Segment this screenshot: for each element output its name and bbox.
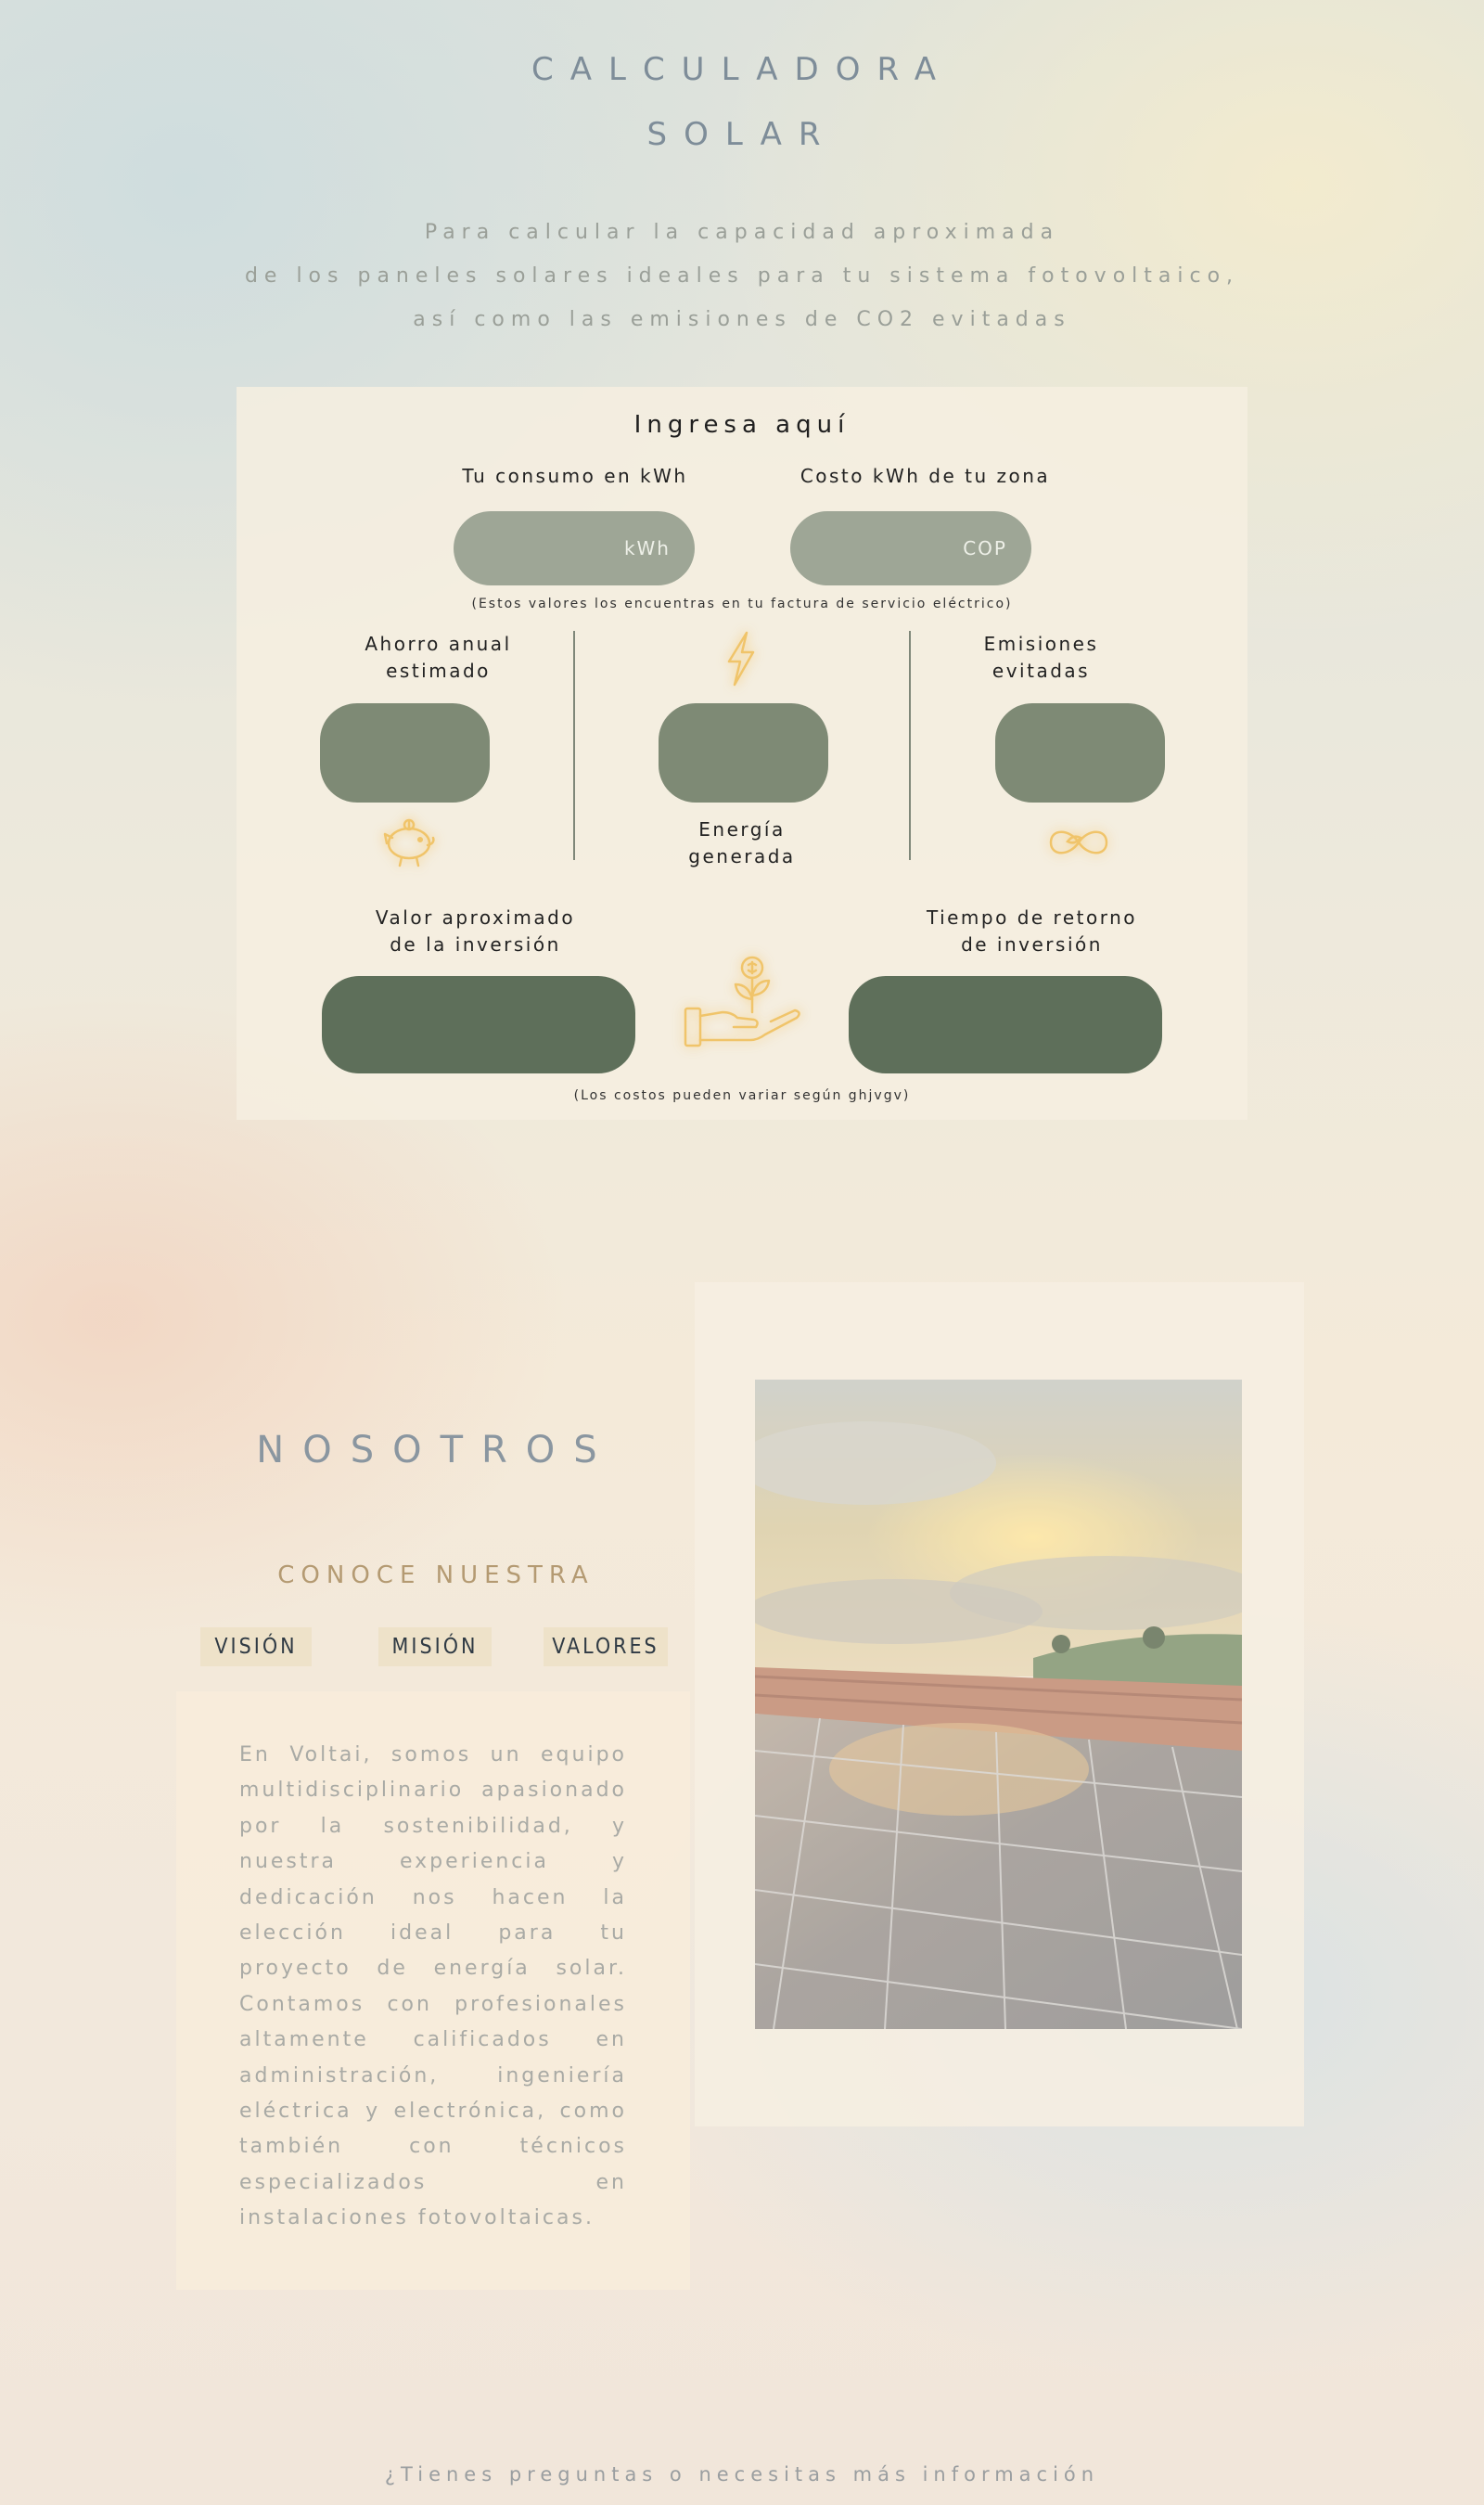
- ahorro-label-line-1: Ahorro anual: [365, 633, 512, 655]
- energia-result: [659, 703, 828, 803]
- tab-valores[interactable]: VALORES: [544, 1627, 668, 1666]
- page-title-line-1: CALCULADORA: [531, 51, 953, 88]
- footer-question: ¿Tienes preguntas o necesitas más inform…: [384, 2463, 1100, 2486]
- emisiones-result: [995, 703, 1165, 803]
- lightning-icon: [721, 630, 761, 687]
- tab-vision[interactable]: VISIÓN: [200, 1627, 312, 1666]
- costo-placeholder: COP: [963, 537, 1007, 559]
- energia-label-line-1: Energía: [698, 818, 786, 841]
- piggy-bank-icon: [374, 812, 441, 871]
- about-subtitle: CONOCE NUESTRA: [277, 1561, 595, 1589]
- consumo-input[interactable]: kWh: [454, 511, 695, 585]
- valor-label-line-2: de la inversión: [390, 933, 561, 956]
- calculator-title: Ingresa aquí: [633, 411, 851, 439]
- intro-text-line-1: Para calcular la capacidad aproximada: [424, 221, 1060, 244]
- costo-input[interactable]: COP: [790, 511, 1031, 585]
- page-title-line-2: SOLAR: [646, 116, 838, 153]
- valor-result: [322, 976, 635, 1073]
- inputs-note: (Estos valores los encuentras en tu fact…: [471, 597, 1013, 611]
- about-paragraph: En Voltai, somos un equipo multidiscipli…: [239, 1743, 627, 2230]
- tab-mision[interactable]: MISIÓN: [378, 1627, 492, 1666]
- solar-roof-photo: [755, 1380, 1242, 2029]
- ahorro-label-line-2: estimado: [386, 660, 491, 682]
- divider-right: [909, 631, 911, 860]
- about-title: NOSOTROS: [256, 1429, 616, 1471]
- intro-text-line-3: así como las emisiones de CO2 evitadas: [413, 308, 1071, 331]
- valor-label-line-1: Valor aproximado: [375, 906, 576, 929]
- tiempo-label-line-1: Tiempo de retorno: [926, 906, 1138, 929]
- emisiones-label-line-2: evitadas: [991, 660, 1091, 682]
- consumo-label: Tu consumo en kWh: [462, 465, 688, 487]
- ahorro-result: [320, 703, 490, 803]
- tiempo-label-line-2: de inversión: [961, 933, 1103, 956]
- costs-note: (Los costos pueden variar según ghjvgv): [573, 1088, 911, 1103]
- tiempo-result: [849, 976, 1162, 1073]
- emisiones-label-line-1: Emisiones: [983, 633, 1099, 655]
- energia-label-line-2: generada: [688, 845, 796, 867]
- calculator-card: Ingresa aquí Tu consumo en kWh Costo kWh…: [237, 387, 1247, 1120]
- consumo-placeholder: kWh: [623, 537, 671, 559]
- intro-text-line-2: de los paneles solares ideales para tu s…: [244, 264, 1240, 288]
- hand-plant-coin-icon: [682, 955, 807, 1055]
- costo-label: Costo kWh de tu zona: [800, 465, 1051, 487]
- infinity-leaf-icon: [1042, 821, 1116, 864]
- divider-left: [573, 631, 575, 860]
